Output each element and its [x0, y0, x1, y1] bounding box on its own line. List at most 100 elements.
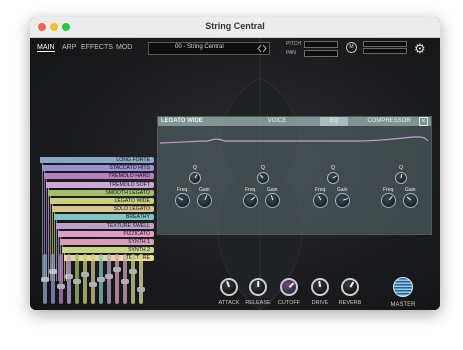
articulation-level-slider[interactable] [49, 254, 57, 304]
slider-thumb[interactable] [137, 286, 145, 292]
tab-effects[interactable]: EFFECTS [81, 44, 113, 51]
effect-panel: LEGATO WIDE VOICE EQ COMPRESSOR × Q Freq.… [157, 116, 432, 235]
articulation-pizzicato[interactable]: PIZZICATO [58, 230, 154, 237]
slider-thumb[interactable] [121, 279, 129, 284]
slider-thumb[interactable] [49, 269, 57, 274]
slider-thumb[interactable] [129, 269, 137, 274]
window-title: String Central [205, 21, 265, 31]
slider-thumb[interactable] [41, 276, 49, 282]
slider-thumb[interactable] [57, 284, 65, 289]
cutoff-label: CUTOFF [277, 300, 301, 306]
close-panel-icon[interactable]: × [419, 117, 428, 126]
slider-thumb[interactable] [113, 266, 121, 272]
tab-mod[interactable]: MOD [116, 44, 132, 51]
eq-gain-knob[interactable] [403, 193, 418, 208]
release-label: RELEASE [245, 300, 271, 306]
slider-thumb[interactable] [89, 281, 97, 287]
app-window: String Central MAIN ARP EFFECTS MOD 00 -… [30, 17, 440, 310]
tab-arp[interactable]: ARP [62, 44, 76, 51]
knob-indicator [204, 195, 207, 201]
knob-indicator [194, 174, 198, 179]
drive-label: DRIVE [311, 300, 329, 306]
knob-indicator [349, 281, 354, 288]
tab-voice[interactable]: VOICE [262, 117, 292, 126]
articulation-level-slider[interactable] [137, 254, 145, 304]
tab-main[interactable]: MAIN [37, 44, 55, 52]
articulation-connector [48, 187, 49, 281]
articulation-level-slider[interactable] [97, 254, 105, 304]
level-meter-right [363, 48, 407, 54]
preset-name: 00 - String Central [175, 44, 224, 50]
articulation-tremolo-hard[interactable]: TREMOLO HARD [44, 173, 154, 180]
eq-freq-knob[interactable] [381, 193, 396, 208]
articulation-staccato-hits[interactable]: STACCATO HITS [42, 165, 154, 172]
master-label: MASTER [390, 302, 416, 308]
m-button[interactable]: M [346, 42, 357, 53]
articulation-legato-wide[interactable]: LEGATO WIDE [50, 198, 154, 204]
drive-knob[interactable] [311, 278, 329, 296]
articulation-level-slider[interactable] [105, 254, 113, 304]
knob-indicator [288, 282, 294, 288]
tab-eq[interactable]: EQ [320, 117, 348, 126]
eq-q-knob[interactable] [327, 172, 339, 184]
articulation-level-slider[interactable] [113, 254, 121, 304]
articulation-level-slider[interactable] [57, 254, 65, 304]
preset-arrows-icon[interactable] [257, 44, 267, 53]
articulation-level-slider[interactable] [81, 254, 89, 304]
eq-gain-knob[interactable] [265, 193, 280, 208]
eq-q-knob[interactable] [395, 172, 407, 184]
slider-thumb[interactable] [81, 271, 89, 277]
articulation-long-forte[interactable]: LONG FORTE [40, 157, 154, 163]
attack-knob[interactable] [220, 278, 238, 296]
knob-indicator [270, 195, 273, 201]
articulation-smooth-legato[interactable]: SMOOTH LEGATO [48, 189, 154, 196]
eq-freq-knob[interactable] [313, 193, 328, 208]
eq-freq-knob[interactable] [175, 193, 190, 208]
eq-q-knob[interactable] [257, 172, 269, 184]
slider-thumb[interactable] [65, 274, 73, 279]
articulation-synth-2[interactable]: SYNTH 2 [62, 247, 154, 254]
knob-indicator [332, 175, 337, 179]
reverb-label: REVERB [338, 300, 362, 306]
articulation-level-slider[interactable] [89, 254, 97, 304]
plugin-ui: MAIN ARP EFFECTS MOD 00 - String Central… [30, 38, 440, 310]
articulation-level-slider[interactable] [121, 254, 129, 304]
preset-selector[interactable]: 00 - String Central [148, 42, 270, 55]
pitch-slider[interactable] [304, 41, 338, 48]
eq-curve-display[interactable] [158, 127, 431, 165]
knob-indicator [317, 195, 321, 201]
eq-q-label: Q [193, 165, 197, 171]
articulation-synth-1[interactable]: SYNTH 1 [60, 239, 154, 245]
knob-indicator [406, 196, 411, 201]
articulation-solo-legato[interactable]: SOLO LEGATO [52, 206, 154, 213]
release-knob[interactable] [249, 278, 267, 296]
tab-compressor[interactable]: COMPRESSOR [364, 117, 414, 126]
pitch-label: PITCH [286, 41, 301, 47]
reverb-knob[interactable] [341, 278, 359, 296]
knob-indicator [342, 197, 348, 201]
articulation-level-slider[interactable] [129, 254, 137, 304]
eq-gain-knob[interactable] [197, 193, 212, 208]
eq-gain-knob[interactable] [335, 193, 350, 208]
eq-freq-knob[interactable] [243, 193, 258, 208]
cutoff-knob[interactable] [280, 278, 298, 296]
knob-indicator [260, 174, 264, 179]
articulation-level-slider[interactable] [73, 254, 81, 304]
eq-q-label: Q [331, 165, 335, 171]
master-knob[interactable] [393, 277, 413, 297]
eq-q-label: Q [399, 165, 403, 171]
settings-gear-icon[interactable]: ⚙ [414, 41, 426, 57]
knob-indicator [250, 196, 255, 201]
pan-label: PAN [286, 50, 296, 56]
slider-thumb[interactable] [105, 274, 113, 279]
slider-thumb[interactable] [97, 276, 105, 282]
pan-slider[interactable] [304, 50, 338, 57]
knob-indicator [400, 173, 403, 179]
articulation-level-slider[interactable] [41, 254, 49, 304]
articulation-tremolo-soft[interactable]: TREMOLO SOFT [46, 181, 154, 188]
slider-thumb[interactable] [73, 279, 81, 284]
articulation-breathy[interactable]: BREATHY [54, 214, 154, 221]
articulation-texture-swell[interactable]: TEXTURE SWELL [56, 222, 154, 229]
eq-q-knob[interactable] [189, 172, 201, 184]
articulation-level-slider[interactable] [65, 254, 73, 304]
